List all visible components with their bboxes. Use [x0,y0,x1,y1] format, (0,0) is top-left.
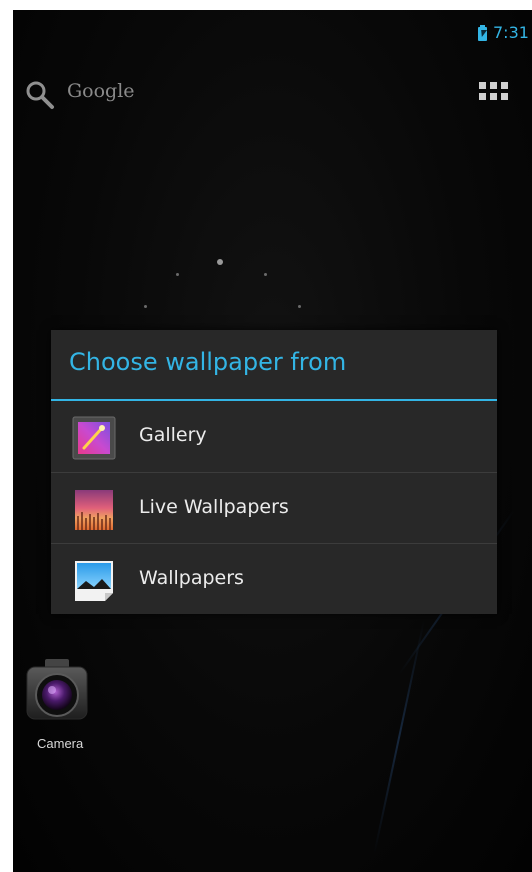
option-label: Live Wallpapers [139,496,289,518]
search-label: Google [67,80,135,102]
live-wallpapers-icon [75,490,113,530]
dialog-title: Choose wallpaper from [69,348,347,376]
page-indicator-dot [264,273,267,276]
gallery-icon [72,416,116,460]
home-screen: 7:31 Google Choose wallpaper from Galler… [13,10,532,872]
option-label: Gallery [139,424,207,446]
google-search-bar[interactable]: Google [25,76,165,112]
wallpaper-streak [373,620,425,856]
page-indicator-dot [144,305,147,308]
choose-wallpaper-dialog: Choose wallpaper from Gallery Live Wallp… [51,330,497,614]
camera-label: Camera [37,736,84,751]
page-indicator-dot [176,273,179,276]
option-label: Wallpapers [139,567,244,589]
camera-app-shortcut[interactable]: Camera [25,657,105,757]
page-indicator-dot [298,305,301,308]
wallpapers-icon [75,561,113,601]
option-wallpapers[interactable]: Wallpapers [51,544,497,614]
status-bar: 7:31 [13,10,532,60]
camera-icon [26,659,88,720]
app-drawer-icon[interactable] [479,82,509,104]
option-live-wallpapers[interactable]: Live Wallpapers [51,473,497,543]
status-clock: 7:31 [493,23,529,42]
battery-charging-icon [478,25,487,41]
search-icon [26,81,54,109]
option-gallery[interactable]: Gallery [51,401,497,471]
page-indicator-dot-active [217,259,223,265]
